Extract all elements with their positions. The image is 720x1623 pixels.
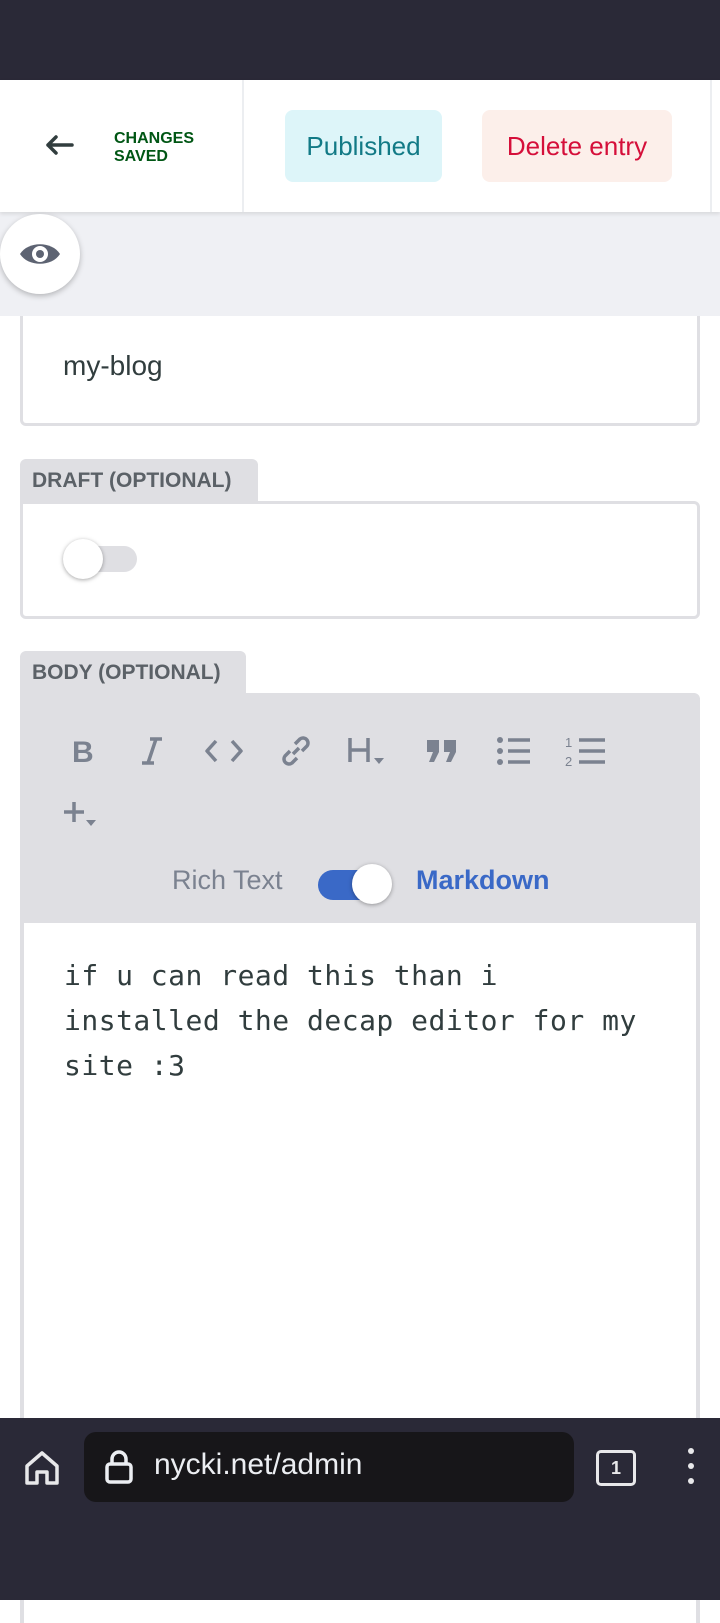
delete-entry-button[interactable]: Delete entry xyxy=(482,110,672,182)
link-icon[interactable] xyxy=(274,729,318,773)
browser-toolbar: nycki.net/admin 1 xyxy=(0,1418,720,1600)
preview-pane-bar xyxy=(0,212,720,316)
lock-icon xyxy=(105,1450,133,1484)
svg-text:1: 1 xyxy=(565,735,572,750)
editor-mode-switch: Rich Text Markdown xyxy=(20,861,700,905)
save-status: CHANGES SAVED xyxy=(114,130,195,165)
draft-label: DRAFT (OPTIONAL) xyxy=(20,459,258,501)
body-content: if u can read this than i installed the … xyxy=(64,959,655,1082)
divider xyxy=(710,80,712,212)
url-text: nycki.net/admin xyxy=(154,1448,363,1481)
back-button[interactable]: CHANGES SAVED xyxy=(0,80,244,212)
home-icon[interactable] xyxy=(20,1446,64,1490)
status-bar xyxy=(0,0,720,80)
toggle-knob xyxy=(352,864,392,904)
add-component-icon[interactable] xyxy=(60,793,104,837)
italic-icon[interactable] xyxy=(130,729,174,773)
numbered-list-icon[interactable]: 12 xyxy=(564,729,608,773)
markdown-label[interactable]: Markdown xyxy=(416,865,550,896)
tab-count: 1 xyxy=(596,1450,636,1486)
editor-toolbar: CHANGES SAVED Published Delete entry xyxy=(0,80,720,212)
code-icon[interactable] xyxy=(202,729,246,773)
draft-toggle[interactable] xyxy=(63,539,137,579)
svg-text:B: B xyxy=(72,736,94,766)
slug-field[interactable]: my-blog xyxy=(20,300,700,426)
rich-text-label[interactable]: Rich Text xyxy=(172,865,283,896)
more-vert-icon[interactable] xyxy=(676,1444,706,1488)
toggle-preview-button[interactable] xyxy=(0,214,80,294)
draft-field xyxy=(20,501,700,619)
eye-icon xyxy=(20,244,60,264)
bold-icon[interactable]: B xyxy=(60,729,104,773)
svg-text:2: 2 xyxy=(565,754,572,768)
slug-value: my-blog xyxy=(63,350,163,381)
bulleted-list-icon[interactable] xyxy=(492,729,536,773)
quote-icon[interactable] xyxy=(420,729,464,773)
tab-switcher-button[interactable]: 1 xyxy=(596,1450,636,1486)
markdown-toggle[interactable] xyxy=(318,861,394,905)
arrow-left-icon xyxy=(44,126,76,164)
publish-status-button[interactable]: Published xyxy=(285,110,442,182)
toggle-knob xyxy=(63,539,103,579)
heading-dropdown-icon[interactable] xyxy=(346,729,390,773)
address-bar[interactable]: nycki.net/admin xyxy=(84,1432,574,1502)
body-label: BODY (OPTIONAL) xyxy=(20,651,246,693)
